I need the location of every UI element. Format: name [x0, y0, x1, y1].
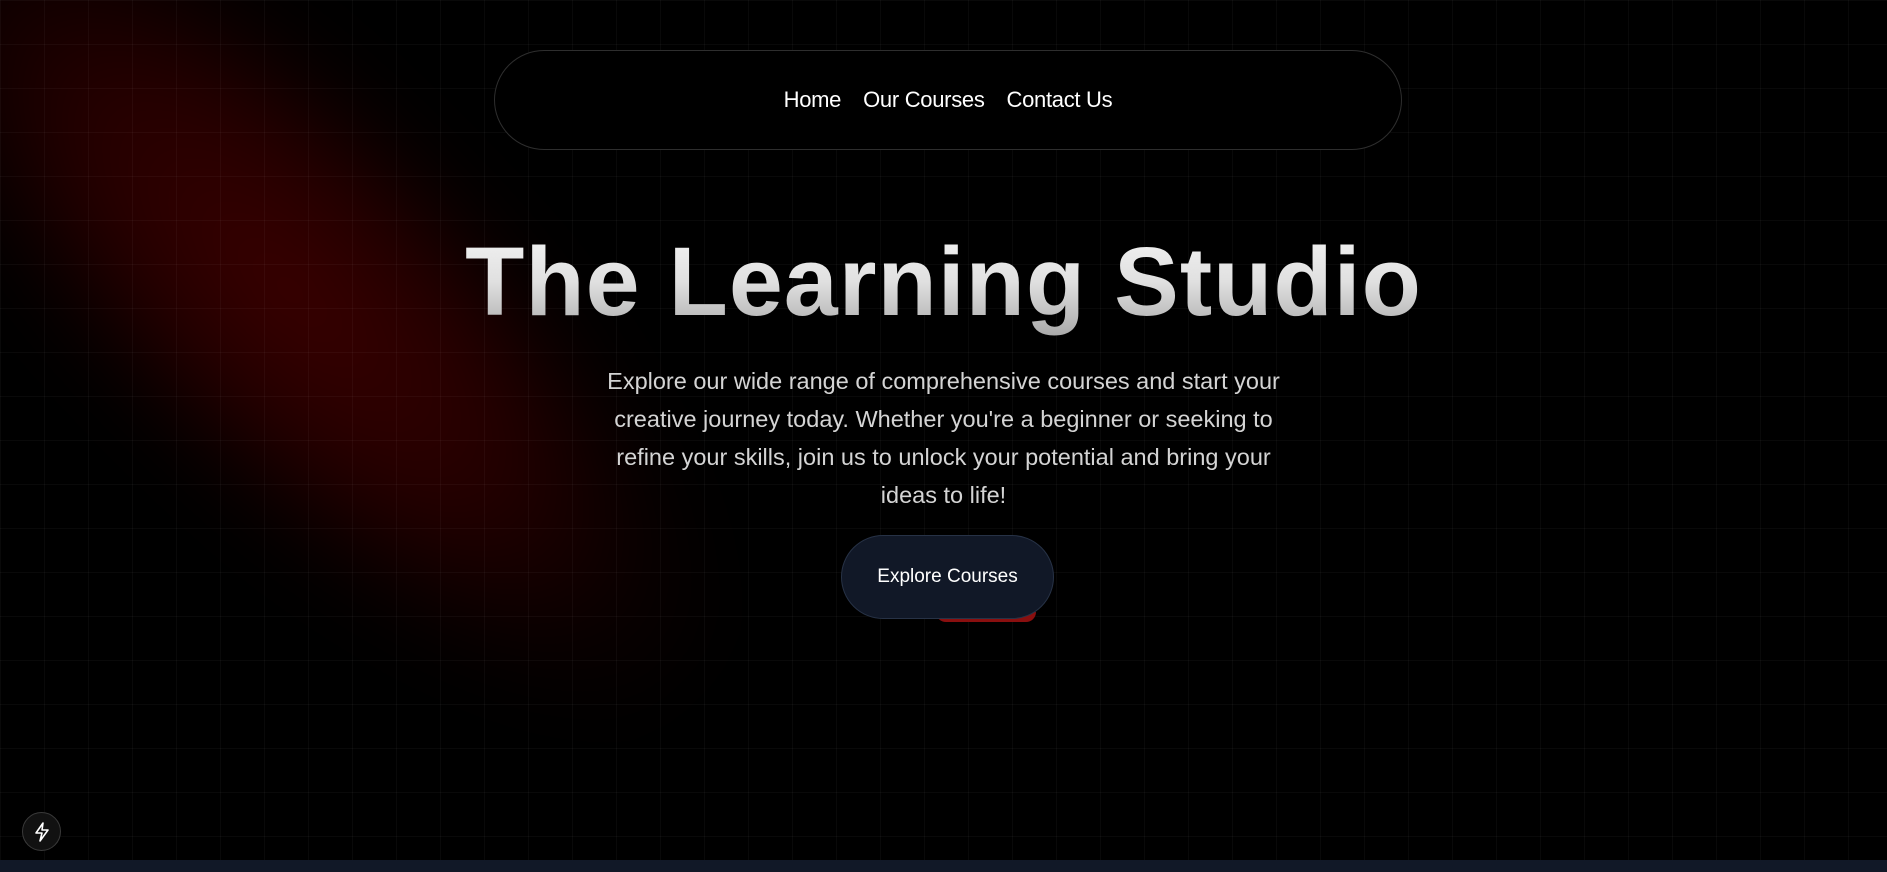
nav-contact-us[interactable]: Contact Us [1007, 87, 1113, 113]
top-navigation: Home Our Courses Contact Us [494, 50, 1402, 150]
hero-description: Explore our wide range of comprehensive … [607, 368, 1280, 508]
hero-title: The Learning Studio [0, 226, 1887, 338]
lightning-bolt-icon [34, 821, 49, 842]
explore-courses-button[interactable]: Explore Courses [841, 535, 1054, 619]
nav-our-courses[interactable]: Our Courses [863, 87, 985, 113]
bottom-bar [0, 860, 1887, 872]
dev-tools-button[interactable] [22, 812, 61, 851]
explore-courses-container: Explore Courses [841, 535, 1054, 622]
nav-home[interactable]: Home [784, 87, 842, 113]
